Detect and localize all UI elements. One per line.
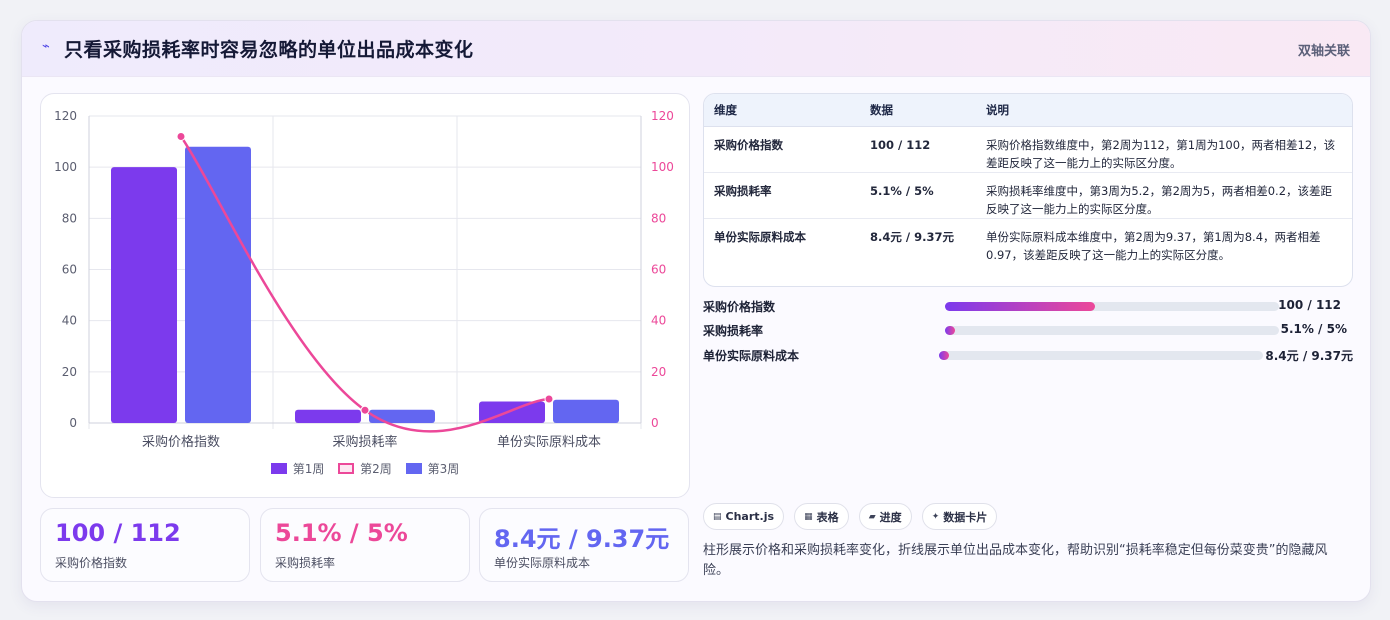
bar (185, 146, 251, 423)
legend-swatch (405, 463, 422, 474)
combo-chart: 0 20 40 60 80 100 120 0 20 40 60 80 100 120 采购价格指数 采购损耗… (54, 109, 674, 450)
y-tick-label-left: 20 (62, 365, 77, 379)
progress-track (945, 302, 1279, 311)
table-icon: ▦ (804, 511, 813, 522)
cell-note: 采购损耗率维度中，第3周为5.2，第2周为5，两者相差0.2，该差距反映了这一能… (976, 172, 1352, 219)
progress-fill (939, 351, 949, 360)
sparkle-icon: ✦ (931, 511, 940, 522)
table-row: 单份实际原料成本 8.4元 / 9.37元 单份实际原料成本维度中，第2周为9.… (704, 219, 1352, 265)
cell-dimension: 单份实际原料成本 (714, 230, 806, 244)
progress-icon: ▰ (868, 511, 876, 522)
stat-label: 采购价格指数 (55, 556, 128, 570)
progress-label: 采购价格指数 (703, 300, 776, 314)
chip-table[interactable]: ▦ 表格 (794, 503, 849, 530)
tech-chips: ▤ Chart.js ▦ 表格 ▰ 进度 ✦ 数据卡片 (703, 503, 1002, 531)
y-tick-label-left: 40 (62, 314, 77, 328)
y-tick-label-right: 120 (651, 109, 674, 123)
progress-fill (945, 302, 1096, 311)
progress-row-price-index: 采购价格指数 100 / 112 (703, 298, 1353, 314)
progress-label: 单份实际原料成本 (703, 349, 800, 363)
dual-axis-tag: 双轴关联 (1297, 44, 1350, 59)
cell-data: 8.4元 / 9.37元 (870, 230, 954, 244)
chip-label: 表格 (816, 510, 839, 524)
chart-line-icon: ⌁ (42, 39, 50, 54)
dashboard-card: ⌁ 只看采购损耗率时容易忽略的单位出品成本变化 双轴关联 0 20 40 60 80 10… (21, 20, 1371, 602)
chart-panel: 0 20 40 60 80 100 120 0 20 40 60 80 100 120 采购价格指数 采购损耗… (40, 93, 690, 498)
table-row: 采购价格指数 100 / 112 采购价格指数维度中，第2周为112，第1周为1… (704, 126, 1352, 173)
x-tick-label: 采购损耗率 (332, 434, 397, 450)
chart-legend: 第1周 第2周 第3周 (41, 460, 689, 477)
col-header-data: 数据 (860, 94, 976, 127)
chip-data-card[interactable]: ✦ 数据卡片 (921, 503, 998, 530)
cell-dimension: 采购价格指数 (704, 126, 860, 173)
cell-data: 100 / 112 (860, 126, 976, 173)
line-point (544, 394, 554, 404)
legend-item-week1[interactable]: 第1周 (270, 460, 325, 477)
y-tick-label-right: 0 (651, 416, 659, 430)
legend-label: 第1周 (292, 462, 325, 476)
legend-label: 第2周 (360, 462, 392, 476)
cell-data: 5.1% / 5% (860, 172, 976, 219)
legend-item-week2[interactable]: 第2周 (338, 460, 392, 477)
y-tick-label-right: 40 (651, 314, 666, 328)
legend-swatch (270, 463, 287, 474)
progress-value: 8.4元 / 9.37元 (1265, 349, 1353, 363)
stat-value: 100 / 112 (55, 519, 181, 547)
chart-description: 柱形展示价格和采购损耗率变化，折线展示单位出品成本变化，帮助识别“损耗率稳定但每… (703, 543, 1328, 578)
progress-row-unit-cost: 单份实际原料成本 8.4元 / 9.37元 (703, 347, 1353, 363)
y-tick-label-right: 100 (651, 160, 674, 174)
data-table: 维度 数据 说明 采购价格指数 100 / 112 采购价格指数维度中，第2周为… (704, 94, 1352, 264)
progress-value: 100 / 112 (1278, 298, 1341, 312)
y-tick-label-right: 80 (651, 211, 666, 225)
y-tick-label-right: 20 (651, 365, 666, 379)
legend-item-week3[interactable]: 第3周 (405, 460, 460, 477)
bar (111, 167, 177, 423)
y-tick-label-left: 0 (69, 416, 77, 430)
bar (369, 409, 435, 423)
x-tick-label: 单份实际原料成本 (497, 435, 601, 450)
card-header: ⌁ 只看采购损耗率时容易忽略的单位出品成本变化 双轴关联 (22, 21, 1370, 77)
y-tick-label-left: 100 (54, 160, 77, 174)
cell-note: 单份实际原料成本维度中，第2周为9.37，第1周为8.4，两者相差0.97，该差… (986, 230, 1321, 262)
progress-track (945, 326, 1279, 335)
stat-label: 单份实际原料成本 (494, 556, 591, 570)
cell-dimension: 采购损耗率 (704, 172, 860, 219)
table-row: 采购损耗率 5.1% / 5% 采购损耗率维度中，第3周为5.2，第2周为5，两… (704, 172, 1352, 219)
progress-value: 5.1% / 5% (1280, 322, 1347, 336)
card-title: 只看采购损耗率时容易忽略的单位出品成本变化 (64, 39, 474, 61)
data-table-panel: 维度 数据 说明 采购价格指数 100 / 112 采购价格指数维度中，第2周为… (703, 93, 1353, 287)
stat-label: 采购损耗率 (275, 556, 336, 570)
y-tick-label-left: 80 (62, 211, 77, 225)
chip-label: 数据卡片 (943, 510, 988, 524)
chip-chartjs[interactable]: ▤ Chart.js (703, 503, 785, 530)
table-header-row: 维度 数据 说明 (704, 94, 1352, 127)
col-header-note: 说明 (976, 94, 1352, 127)
col-header-dimension: 维度 (704, 94, 860, 127)
bar (553, 399, 619, 423)
stat-value: 5.1% / 5% (275, 519, 408, 547)
stat-card-loss-rate: 5.1% / 5% 采购损耗率 (260, 508, 470, 582)
line-point (360, 405, 370, 415)
stat-card-unit-cost: 8.4元 / 9.37元 单份实际原料成本 (479, 508, 689, 582)
progress-fill (945, 326, 956, 335)
stat-card-price-index: 100 / 112 采购价格指数 (40, 508, 250, 582)
y-tick-label-left: 120 (54, 109, 77, 123)
progress-row-loss-rate: 采购损耗率 5.1% / 5% (703, 322, 1353, 338)
progress-track (939, 351, 1263, 360)
chip-label: Chart.js (725, 510, 775, 523)
y-tick-label-left: 60 (62, 263, 77, 277)
chart-icon: ▤ (713, 511, 722, 522)
bar (295, 409, 361, 423)
legend-label: 第3周 (427, 462, 460, 476)
y-tick-label-right: 60 (651, 263, 666, 277)
chip-progress[interactable]: ▰ 进度 (858, 503, 912, 530)
x-tick-label: 采购价格指数 (142, 434, 220, 450)
stat-value: 8.4元 / 9.37元 (494, 525, 670, 553)
legend-swatch (338, 463, 355, 474)
line-point (176, 131, 186, 141)
progress-label: 采购损耗率 (703, 324, 764, 338)
chip-label: 进度 (879, 510, 902, 524)
cell-note: 采购价格指数维度中，第2周为112，第1周为100，两者相差12，该差距反映了这… (976, 126, 1352, 173)
